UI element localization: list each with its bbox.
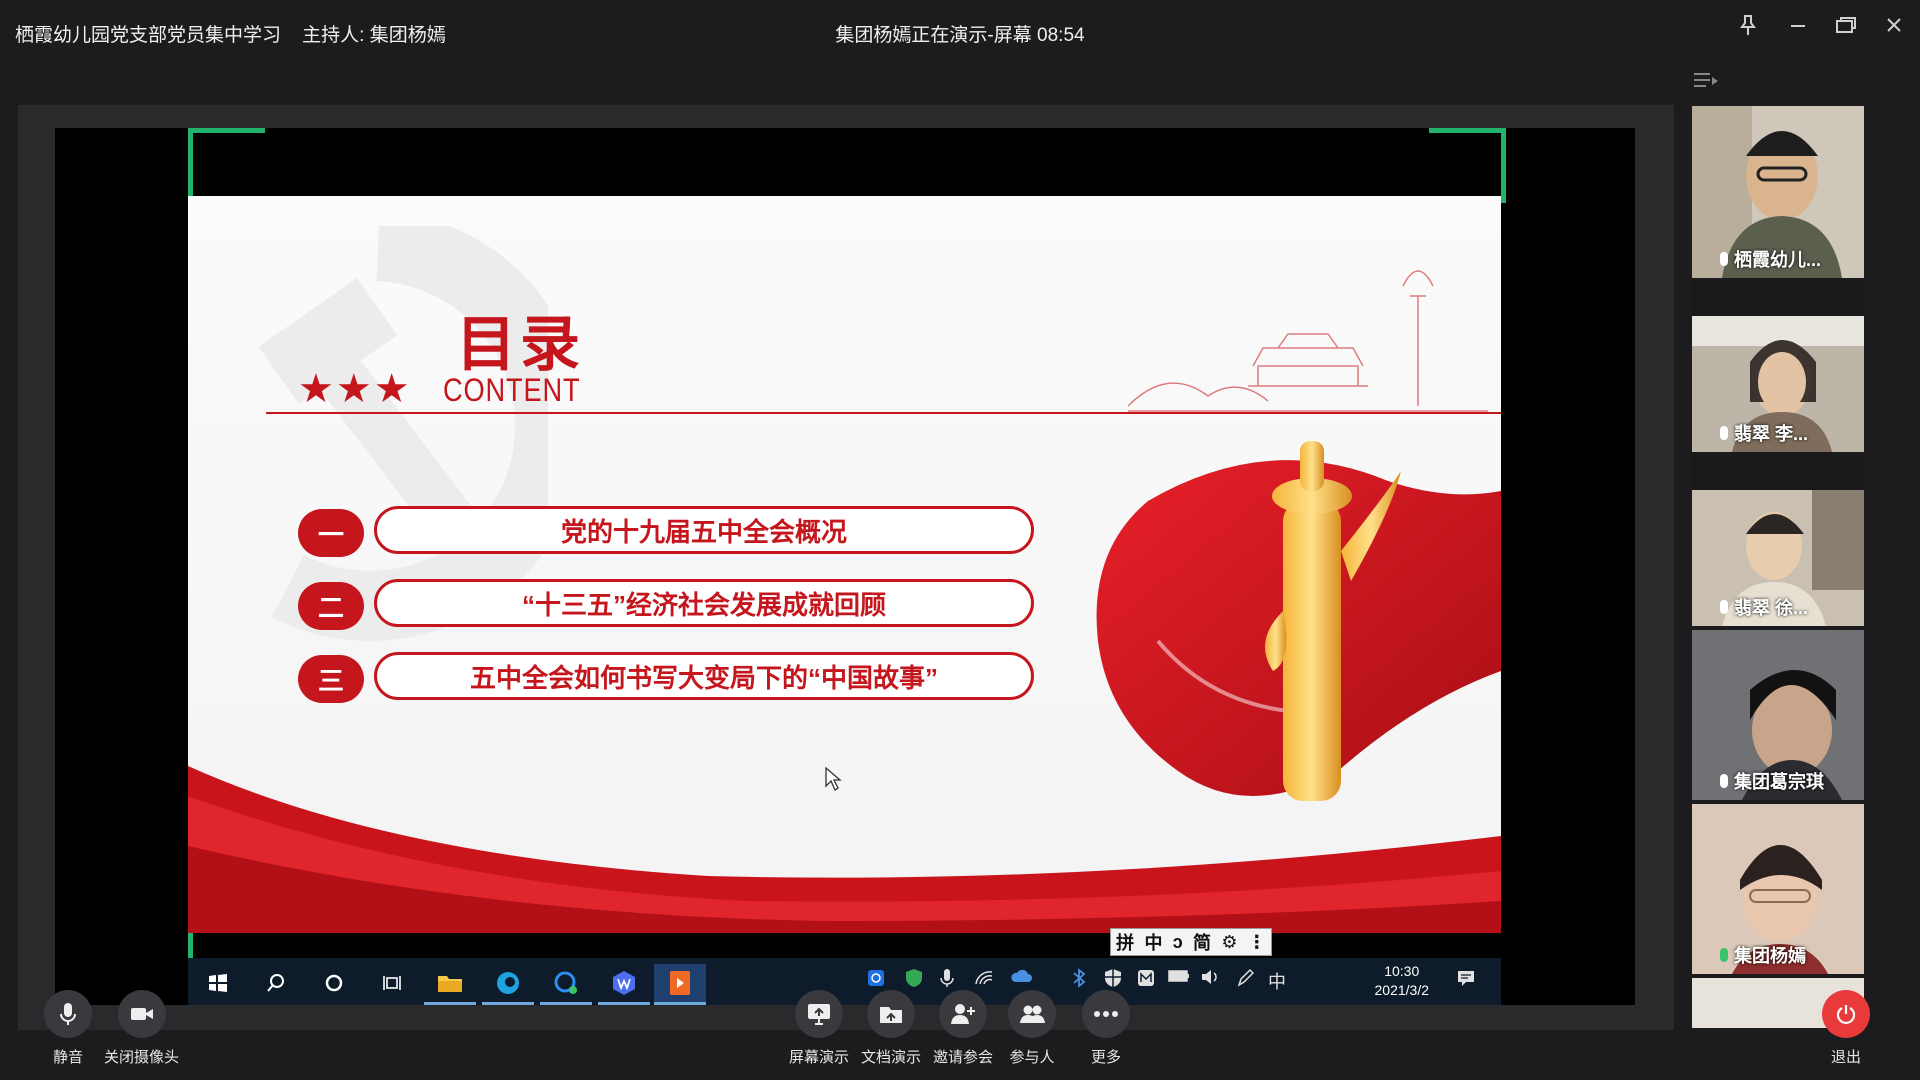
toc-item-text: 党的十九届五中全会概况 <box>374 506 1034 554</box>
document-share-icon <box>867 990 915 1038</box>
clock-time: 10:30 <box>1384 963 1420 979</box>
participant-tile[interactable]: 集团葛宗琪 <box>1692 630 1864 800</box>
red-wave-decoration <box>188 766 1501 933</box>
restore-icon[interactable] <box>1826 8 1866 42</box>
participant-name: 翡翠 李... <box>1692 420 1864 446</box>
more-button[interactable]: 更多 <box>1082 990 1130 1067</box>
search-icon[interactable] <box>250 964 302 1002</box>
host-label: 主持人: 集团杨嫣 <box>302 25 446 46</box>
participant-tile[interactable]: 翡翠 徐... <box>1692 490 1864 626</box>
shared-screen: ★★★ 目录 CONTENT 一 党的十九届五中全会概况 二 “十三五”经济社会… <box>55 128 1635 1005</box>
ime-chinese-mode[interactable]: 中 <box>1144 929 1162 955</box>
microphone-icon <box>1720 774 1728 788</box>
app-tray-icon[interactable] <box>1136 968 1156 993</box>
screen-share-icon <box>795 990 843 1038</box>
microphone-icon <box>44 990 92 1038</box>
toc-item-number: 一 <box>298 509 364 557</box>
meeting-app-icon[interactable] <box>540 964 592 1005</box>
toc-item-text: “十三五”经济社会发展成就回顾 <box>374 579 1034 627</box>
clock-date: 2021/3/2 <box>1374 982 1430 998</box>
camera-off-button[interactable]: 关闭摄像头 <box>104 990 179 1067</box>
battery-icon[interactable] <box>1168 968 1190 989</box>
cloud-drive-icon[interactable] <box>1010 968 1032 989</box>
pin-icon[interactable] <box>1728 8 1768 42</box>
microphone-icon <box>1720 426 1728 440</box>
invite-button[interactable]: 邀请参会 <box>933 990 993 1067</box>
participant-tile[interactable]: 集团杨嫣 <box>1692 804 1864 974</box>
participant-name: 集团葛宗琪 <box>1692 768 1864 794</box>
exit-button[interactable]: 退出 <box>1822 990 1870 1067</box>
pen-icon[interactable] <box>1236 968 1255 993</box>
title-divider <box>266 412 1501 414</box>
capture-corner-tr <box>1429 128 1506 203</box>
file-explorer-icon[interactable] <box>424 964 476 1005</box>
participant-name: 栖霞幼儿... <box>1692 246 1864 272</box>
toc-item-text: 五中全会如何书写大变局下的“中国故事” <box>374 652 1034 700</box>
ime-simplified-mode[interactable]: 简 <box>1193 929 1211 955</box>
title-stars: ★★★ <box>298 367 412 411</box>
capture-corner-tl <box>188 128 265 203</box>
mute-button[interactable]: 静音 <box>44 990 92 1067</box>
toc-item-number: 二 <box>298 582 364 630</box>
tiananmen-illustration <box>1128 270 1488 412</box>
wps-writer-icon[interactable] <box>598 964 650 1005</box>
slide-title: 目录 <box>456 310 584 380</box>
close-icon[interactable] <box>1874 8 1914 42</box>
input-language-indicator[interactable]: 中 <box>1268 968 1286 994</box>
title-bar: 栖霞幼儿园党支部党员集中学习 主持人: 集团杨嫣 集团杨嫣正在演示-屏幕 08:… <box>0 0 1920 62</box>
microphone-icon <box>1720 600 1728 614</box>
taskbar-clock[interactable]: 10:30 2021/3/2 <box>1375 962 1430 1000</box>
ime-pinyin-icon[interactable]: 拼 <box>1116 929 1134 955</box>
ime-toolbar[interactable]: 拼 中 ↄ 简 ⚙ ⋮ <box>1110 928 1272 956</box>
toc-item-number: 三 <box>298 655 364 703</box>
participant-name: 翡翠 徐... <box>1692 594 1864 620</box>
participant-tile[interactable]: 栖霞幼儿... <box>1692 106 1864 278</box>
microphone-icon <box>1720 948 1728 962</box>
add-user-icon <box>939 990 987 1038</box>
participant-name: 集团杨嫣 <box>1692 942 1864 968</box>
microphone-icon <box>1720 252 1728 266</box>
ime-moon-icon[interactable]: ↄ <box>1173 932 1183 953</box>
task-view-icon[interactable] <box>366 964 418 1002</box>
volume-icon[interactable] <box>1200 968 1220 991</box>
slide-subtitle: CONTENT <box>443 372 581 408</box>
tile-spacer <box>1692 452 1864 490</box>
presentation-slide: ★★★ 目录 CONTENT 一 党的十九届五中全会概况 二 “十三五”经济社会… <box>188 196 1501 933</box>
meeting-title: 栖霞幼儿园党支部党员集中学习 主持人: 集团杨嫣 <box>15 25 446 46</box>
mouse-cursor-icon <box>825 766 842 791</box>
power-icon <box>1822 990 1870 1038</box>
ime-settings-icon[interactable]: ⚙ <box>1221 932 1237 953</box>
list-view-icon[interactable] <box>1692 70 1720 90</box>
wps-presentation-icon[interactable] <box>654 964 706 1005</box>
minimize-icon[interactable] <box>1778 8 1818 42</box>
more-icon <box>1082 990 1130 1038</box>
screen-share-button[interactable]: 屏幕演示 <box>789 990 849 1067</box>
ime-more-icon[interactable]: ⋮ <box>1248 932 1266 953</box>
cortana-icon[interactable] <box>308 964 360 1002</box>
tile-spacer <box>1692 278 1864 316</box>
windows-start-icon[interactable] <box>192 964 244 1002</box>
doc-share-button[interactable]: 文档演示 <box>861 990 921 1067</box>
notification-center-icon[interactable] <box>1456 968 1476 993</box>
edge-browser-icon[interactable] <box>482 964 534 1005</box>
participant-tile[interactable]: 翡翠 李... <box>1692 316 1864 452</box>
participants-button[interactable]: 参与人 <box>1008 990 1056 1067</box>
camera-icon <box>117 990 166 1038</box>
participants-icon <box>1008 990 1056 1038</box>
